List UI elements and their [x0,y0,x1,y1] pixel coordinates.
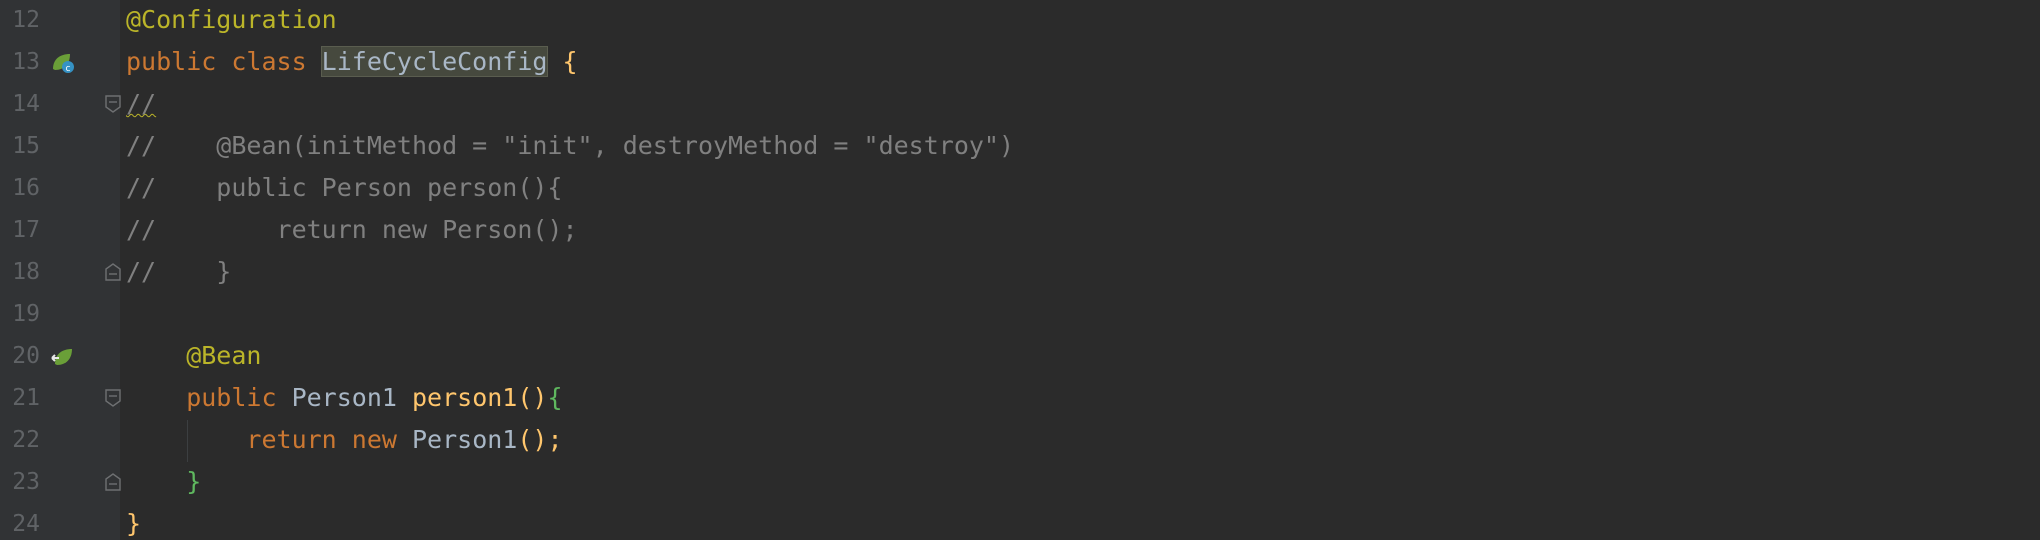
code-token: @Configuration [126,5,337,34]
line-number: 14 [12,91,40,117]
code-token: Person1 [291,383,412,412]
code-text: // } [126,251,231,293]
code-token: (); [517,425,563,454]
code-token: @Bean [126,341,262,370]
code-token: class [231,47,322,76]
code-token: person1 [412,383,518,412]
code-token: // public Person person(){ [126,173,563,202]
code-line[interactable]: 19 [0,293,2040,335]
fold-end-icon[interactable] [105,263,121,281]
line-number: 12 [12,7,40,33]
code-token: // return new Person(); [126,215,578,244]
fold-end-icon[interactable] [105,473,121,491]
svg-text:c: c [66,64,71,74]
line-number: 18 [12,259,40,285]
code-token: // [126,89,157,118]
spring-bean-navigate-icon[interactable] [50,345,76,369]
code-editor[interactable]: 12 @Configuration 13 c public class LifeCycl… [0,0,2040,540]
code-token: { [547,383,563,412]
line-number: 21 [12,385,40,411]
code-token: () [517,383,548,412]
code-token: LifeCycleConfig [320,46,549,77]
code-token: // } [126,257,232,286]
code-token: public [126,47,232,76]
code-token: { [562,47,578,76]
code-line[interactable]: 16 // public Person person(){ [0,167,2040,209]
fold-start-icon[interactable] [105,95,121,113]
line-number: 16 [12,175,40,201]
line-number: 13 [12,49,40,75]
code-token: } [126,467,202,496]
fold-start-icon[interactable] [105,389,121,407]
code-line[interactable]: 12 @Configuration [0,0,2040,41]
code-line[interactable]: 17 // return new Person(); [0,209,2040,251]
code-line[interactable]: 22 return new Person1(); [0,419,2040,461]
code-text: } [126,461,201,503]
code-line[interactable]: 24} [0,503,2040,540]
code-text: // public Person person(){ [126,167,563,209]
code-text: return new Person1(); [126,419,563,461]
code-text: } [126,503,141,540]
code-text: // @Bean(initMethod = "init", destroyMet… [126,125,1014,167]
code-line[interactable]: 15 // @Bean(initMethod = "init", destroyM… [0,125,2040,167]
code-text: // return new Person(); [126,209,578,251]
line-number: 17 [12,217,40,243]
code-line[interactable]: 18 // } [0,251,2040,293]
code-text: // [126,83,156,125]
code-token: return [126,425,352,454]
code-line[interactable]: 20 @Bean [0,335,2040,377]
line-number: 22 [12,427,40,453]
line-number: 23 [12,469,40,495]
code-token: // @Bean(initMethod = "init", destroyMet… [126,131,1015,160]
line-number: 20 [12,343,40,369]
code-text: public class LifeCycleConfig { [126,41,578,83]
code-token: new [351,425,412,454]
code-text: @Bean [126,335,261,377]
code-token: } [126,509,142,538]
line-number: 24 [12,511,40,537]
code-line[interactable]: 14 // [0,83,2040,125]
spring-bean-config-icon[interactable]: c [50,51,76,75]
code-token: public [126,383,292,412]
code-line[interactable]: 13 c public class LifeCycleConfig { [0,41,2040,83]
code-line[interactable]: 21 public Person1 person1(){ [0,377,2040,419]
code-text: public Person1 person1(){ [126,377,563,419]
line-number: 15 [12,133,40,159]
code-line[interactable]: 23 } [0,461,2040,503]
line-number: 19 [12,301,40,327]
code-text: @Configuration [126,0,337,41]
code-token: Person1 [412,425,518,454]
